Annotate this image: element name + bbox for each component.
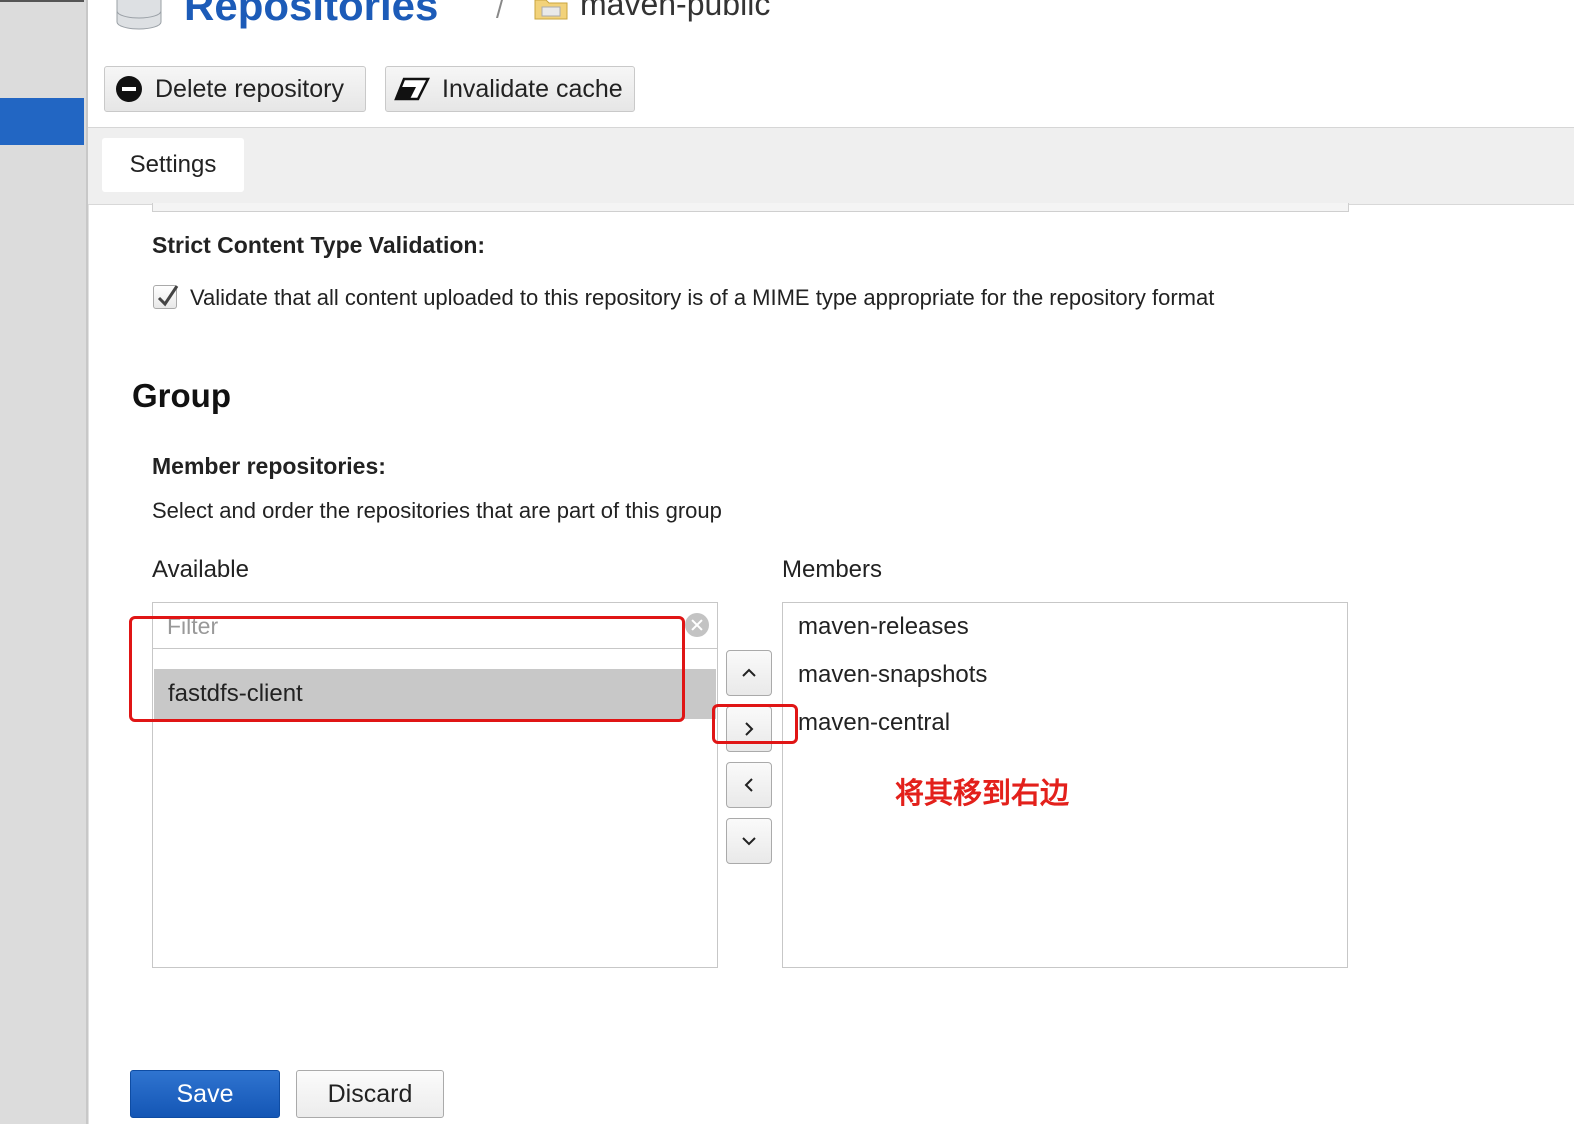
move-up-button[interactable] bbox=[726, 650, 772, 696]
database-icon bbox=[116, 0, 162, 30]
invalidate-cache-button[interactable]: Invalidate cache bbox=[385, 66, 635, 112]
page-header: Repositories / maven-public Delete repos… bbox=[88, 0, 1574, 128]
previous-field-bottom bbox=[152, 203, 1349, 212]
save-button[interactable]: Save bbox=[130, 1070, 280, 1118]
strict-validation-text: Validate that all content uploaded to th… bbox=[190, 285, 1215, 310]
breadcrumb-separator: / bbox=[496, 0, 504, 24]
settings-panel: Strict Content Type Validation: Validate… bbox=[88, 203, 1574, 1124]
sidebar-top-border bbox=[0, 0, 84, 2]
member-repositories-help: Select and order the repositories that a… bbox=[152, 498, 722, 523]
member-item-maven-central[interactable]: maven-central bbox=[798, 709, 950, 737]
move-to-available-button[interactable] bbox=[726, 762, 772, 808]
annotation-note: 将其移到右边 bbox=[895, 776, 1070, 810]
sidebar-item-active[interactable] bbox=[0, 98, 84, 145]
move-down-button[interactable] bbox=[726, 818, 772, 864]
check-icon bbox=[157, 285, 179, 307]
member-item-maven-snapshots[interactable]: maven-snapshots bbox=[798, 661, 987, 689]
member-repositories-label: Member repositories: bbox=[152, 453, 386, 479]
chevron-down-icon bbox=[742, 837, 756, 846]
sidebar bbox=[0, 0, 88, 1124]
available-heading: Available bbox=[152, 556, 249, 583]
chevron-up-icon bbox=[742, 668, 756, 677]
group-section-title: Group bbox=[132, 377, 231, 414]
highlight-available-item bbox=[129, 616, 685, 722]
eraser-icon bbox=[394, 77, 430, 101]
delete-repository-button[interactable]: Delete repository bbox=[104, 66, 366, 112]
highlight-move-right-button bbox=[712, 704, 798, 744]
page-title[interactable]: Repositories bbox=[184, 0, 438, 30]
invalidate-cache-label: Invalidate cache bbox=[442, 74, 623, 103]
members-heading: Members bbox=[782, 556, 883, 583]
discard-button[interactable]: Discard bbox=[296, 1070, 444, 1118]
strict-validation-checkbox[interactable] bbox=[153, 285, 179, 309]
folder-icon bbox=[534, 0, 568, 20]
tab-strip: Settings bbox=[88, 128, 1574, 205]
clear-icon[interactable] bbox=[685, 613, 709, 637]
minus-circle-icon bbox=[116, 76, 142, 102]
tab-settings[interactable]: Settings bbox=[102, 138, 244, 192]
chevron-left-icon bbox=[744, 778, 753, 792]
member-item-maven-releases[interactable]: maven-releases bbox=[798, 613, 969, 641]
breadcrumb-repository: maven-public bbox=[580, 0, 771, 22]
delete-repository-label: Delete repository bbox=[155, 74, 344, 103]
strict-validation-label: Strict Content Type Validation: bbox=[152, 232, 486, 258]
